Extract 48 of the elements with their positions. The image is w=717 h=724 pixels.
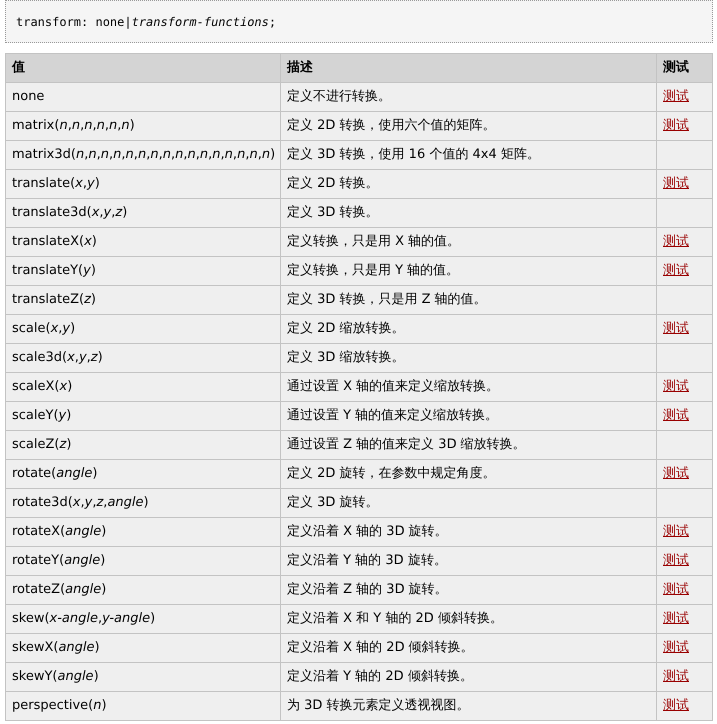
value-cell: matrix3d(n,n,n,n,n,n,n,n,n,n,n,n,n,n,n,n) <box>6 140 280 170</box>
description-cell: 定义沿着 Z 轴的 3D 旋转。 <box>280 576 656 604</box>
description-cell: 通过设置 X 轴的值来定义缩放转换。 <box>280 372 656 402</box>
description-cell: 定义沿着 X 轴的 2D 倾斜转换。 <box>280 634 656 662</box>
description-cell: 定义 2D 转换。 <box>280 170 656 198</box>
description-cell: 通过设置 Y 轴的值来定义缩放转换。 <box>280 402 656 430</box>
description-cell: 定义 3D 缩放转换。 <box>280 344 656 372</box>
value-cell: none <box>6 82 280 112</box>
description-cell: 定义 3D 转换，使用 16 个值的 4x4 矩阵。 <box>280 140 656 170</box>
value-cell: skew(x-angle,y-angle) <box>6 604 280 634</box>
value-cell: perspective(n) <box>6 692 280 720</box>
description-cell: 定义 2D 转换，使用六个值的矩阵。 <box>280 112 656 140</box>
description-cell: 定义转换，只是用 X 轴的值。 <box>280 228 656 256</box>
description-cell: 通过设置 Z 轴的值来定义 3D 缩放转换。 <box>280 430 656 460</box>
value-cell: matrix(n,n,n,n,n,n) <box>6 112 280 140</box>
value-cell: scale3d(x,y,z) <box>6 344 280 372</box>
value-cell: rotateY(angle) <box>6 546 280 576</box>
description-cell: 定义 2D 缩放转换。 <box>280 314 656 344</box>
value-cell: rotate3d(x,y,z,angle) <box>6 488 280 518</box>
value-cell: rotateX(angle) <box>6 518 280 546</box>
value-cell: scaleY(y) <box>6 402 280 430</box>
value-cell: scaleZ(z) <box>6 430 280 460</box>
column-header: 值 <box>6 54 280 82</box>
value-cell: translate(x,y) <box>6 170 280 198</box>
description-cell: 定义 3D 转换。 <box>280 198 656 228</box>
description-cell: 定义沿着 X 轴的 3D 旋转。 <box>280 518 656 546</box>
description-cell: 定义转换，只是用 Y 轴的值。 <box>280 256 656 286</box>
syntax-text: transform: none|transform-functions; <box>16 15 276 29</box>
value-cell: translateY(y) <box>6 256 280 286</box>
value-cell: scale(x,y) <box>6 314 280 344</box>
description-cell: 定义沿着 Y 轴的 2D 倾斜转换。 <box>280 662 656 692</box>
column-header: 描述 <box>280 54 656 82</box>
description-cell: 定义 2D 旋转，在参数中规定角度。 <box>280 460 656 488</box>
column-header: 测试 <box>656 54 712 82</box>
value-cell: skewY(angle) <box>6 662 280 692</box>
value-cell: rotate(angle) <box>6 460 280 488</box>
description-cell: 定义沿着 Y 轴的 3D 旋转。 <box>280 546 656 576</box>
description-cell: 为 3D 转换元素定义透视视图。 <box>280 692 656 720</box>
value-cell: translateZ(z) <box>6 286 280 314</box>
value-cell: rotateZ(angle) <box>6 576 280 604</box>
value-cell: translateX(x) <box>6 228 280 256</box>
description-cell: 定义沿着 X 和 Y 轴的 2D 倾斜转换。 <box>280 604 656 634</box>
value-cell: scaleX(x) <box>6 372 280 402</box>
description-cell: 定义不进行转换。 <box>280 82 656 112</box>
value-cell: skewX(angle) <box>6 634 280 662</box>
description-cell: 定义 3D 转换，只是用 Z 轴的值。 <box>280 286 656 314</box>
description-cell: 定义 3D 旋转。 <box>280 488 656 518</box>
value-cell: translate3d(x,y,z) <box>6 198 280 228</box>
